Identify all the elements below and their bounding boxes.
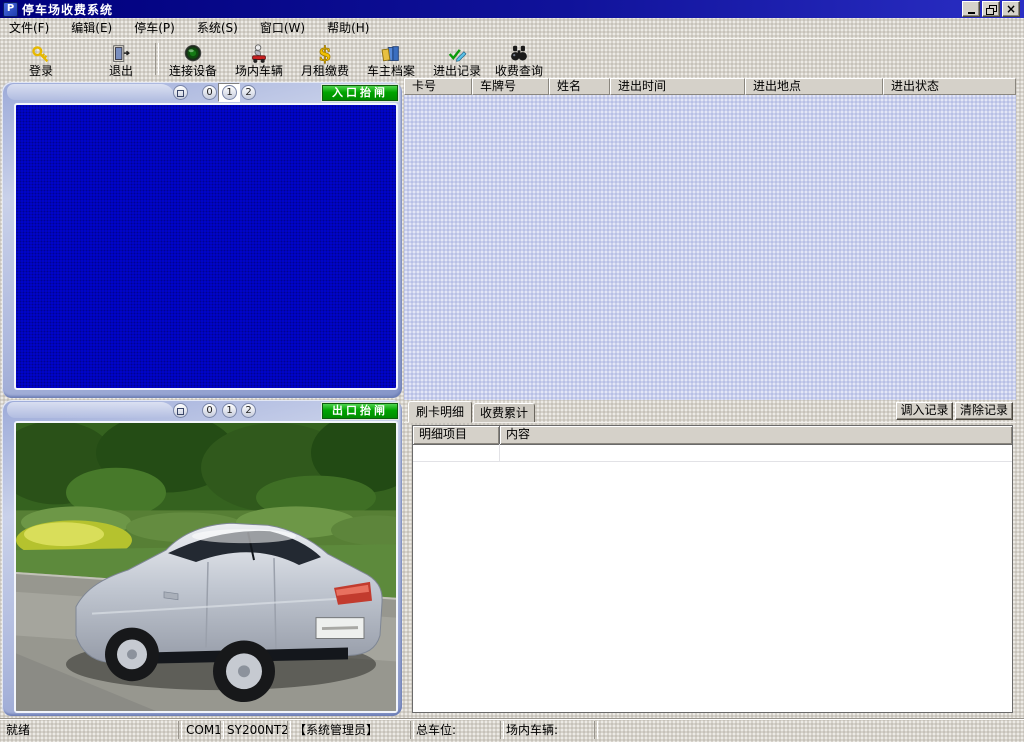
- detail-col-item[interactable]: 明细项目: [413, 426, 500, 444]
- status-separator: [220, 721, 224, 739]
- records-col-name[interactable]: 姓名: [549, 78, 610, 95]
- toolbar-vehicles-in-lot-label: 场内车辆: [235, 65, 283, 78]
- status-separator: [287, 721, 291, 739]
- exit-panel-tab-shape: [7, 402, 175, 418]
- exit-door-icon: [110, 43, 132, 65]
- window-title: 停车场收费系统: [22, 1, 113, 18]
- exit-channel-2-button[interactable]: 2: [241, 403, 256, 418]
- status-operator: 【系统管理员】: [294, 722, 378, 738]
- key-icon: [30, 43, 52, 65]
- entrance-camera-view: [14, 103, 398, 390]
- status-device-model: SY200NT2: [227, 722, 289, 738]
- entrance-gate-open-button[interactable]: 入口抬闸: [322, 85, 398, 101]
- exit-channel-1-button[interactable]: 1: [222, 403, 237, 418]
- close-button[interactable]: ×: [1002, 1, 1020, 17]
- records-col-place[interactable]: 进出地点: [745, 78, 883, 95]
- toolbar-exit-button[interactable]: 退出: [92, 41, 150, 79]
- svg-text:$: $: [318, 43, 331, 65]
- square-icon: [177, 90, 184, 97]
- status-ready: 就绪: [6, 722, 30, 738]
- status-com-port: COM1: [186, 722, 222, 738]
- detail-col-content[interactable]: 内容: [500, 426, 1012, 444]
- clear-records-button[interactable]: 清除记录: [955, 402, 1013, 420]
- records-col-status[interactable]: 进出状态: [883, 78, 1016, 95]
- title-bar: P 停车场收费系统 ×: [0, 0, 1024, 18]
- detail-table[interactable]: 明细项目 内容: [412, 425, 1013, 713]
- app-window: P 停车场收费系统 × 文件(F) 编辑(E) 停车(P) 系统(S) 窗口(W…: [0, 0, 1024, 742]
- toolbar-entry-exit-records-button[interactable]: 进出记录: [428, 41, 486, 79]
- close-icon: ×: [1006, 4, 1016, 14]
- toolbar-connect-device-button[interactable]: 连接设备: [164, 41, 222, 79]
- owner-files-icon: [380, 43, 402, 65]
- status-separator: [500, 721, 504, 739]
- menu-window[interactable]: 窗口(W): [251, 19, 314, 37]
- records-table-body[interactable]: [404, 95, 1016, 400]
- records-col-time[interactable]: 进出时间: [610, 78, 745, 95]
- minimize-icon: [968, 12, 975, 14]
- toolbar-login-button[interactable]: 登录: [12, 41, 70, 79]
- status-in-lot-label: 场内车辆:: [506, 722, 558, 738]
- entrance-camera-panel: 0 1 2 入口抬闸: [2, 82, 402, 398]
- records-col-card-no[interactable]: 卡号: [404, 78, 472, 95]
- toolbar-vehicles-in-lot-button[interactable]: 场内车辆: [230, 41, 288, 79]
- toolbar-owner-files-button[interactable]: 车主档案: [362, 41, 420, 79]
- detail-table-empty-row: [413, 444, 1012, 462]
- entrance-channel-1-button[interactable]: 1: [222, 85, 237, 100]
- load-records-button[interactable]: 调入记录: [896, 402, 953, 420]
- toolbar-login-label: 登录: [29, 65, 53, 78]
- entry-exit-records-icon: [446, 43, 468, 65]
- entrance-channel-off-button[interactable]: [173, 85, 188, 100]
- status-separator: [594, 721, 598, 739]
- detail-panel: 刷卡明细 收费累计 调入记录 清除记录 明细项目 内容: [404, 400, 1016, 716]
- entrance-panel-tab-shape: [7, 84, 175, 100]
- connect-device-icon: [182, 43, 204, 65]
- entrance-channel-2-button[interactable]: 2: [241, 85, 256, 100]
- menu-edit[interactable]: 编辑(E): [62, 19, 121, 37]
- status-bar: 就绪 COM1 SY200NT2 【系统管理员】 总车位: 场内车辆:: [0, 718, 1024, 742]
- menu-system[interactable]: 系统(S): [188, 19, 247, 37]
- app-icon: P: [3, 2, 18, 17]
- toolbar-monthly-fee-button[interactable]: $ 月租缴费: [296, 41, 354, 79]
- tab-fee-total[interactable]: 收费累计: [473, 403, 535, 423]
- app-icon-letter: P: [7, 4, 14, 14]
- exit-gate-open-button[interactable]: 出口抬闸: [322, 403, 398, 419]
- menu-parking[interactable]: 停车(P): [125, 19, 184, 37]
- toolbar: 登录 退出 连接设备: [0, 38, 1024, 79]
- status-total-spaces-label: 总车位:: [416, 722, 456, 738]
- tab-card-detail[interactable]: 刷卡明细: [408, 401, 472, 423]
- fee-query-icon: [508, 43, 530, 65]
- entry-exit-records-table: 卡号 车牌号 姓名 进出时间 进出地点 进出状态: [404, 78, 1016, 400]
- restore-icon: [986, 5, 996, 14]
- restore-button[interactable]: [982, 1, 1000, 17]
- toolbar-separator: [155, 43, 159, 75]
- status-separator: [410, 721, 414, 739]
- menu-help[interactable]: 帮助(H): [318, 19, 378, 37]
- menu-file[interactable]: 文件(F): [0, 19, 58, 37]
- status-separator: [178, 721, 182, 739]
- exit-channel-0-button[interactable]: 0: [202, 403, 217, 418]
- exit-camera-photo: [16, 423, 396, 711]
- window-controls: ×: [962, 1, 1024, 17]
- exit-camera-panel: 0 1 2 出口抬闸: [2, 400, 402, 716]
- minimize-button[interactable]: [962, 1, 980, 17]
- entrance-channel-0-button[interactable]: 0: [202, 85, 217, 100]
- toolbar-fee-query-button[interactable]: 收费查询: [490, 41, 548, 79]
- toolbar-fee-query-label: 收费查询: [495, 65, 543, 78]
- toolbar-entry-exit-records-label: 进出记录: [433, 65, 481, 78]
- menu-bar: 文件(F) 编辑(E) 停车(P) 系统(S) 窗口(W) 帮助(H): [0, 18, 1024, 38]
- toolbar-exit-label: 退出: [109, 65, 133, 78]
- exit-camera-view: [14, 421, 398, 713]
- detail-table-header: 明细项目 内容: [413, 426, 1012, 445]
- monthly-fee-icon: $: [314, 43, 336, 65]
- square-icon: [177, 408, 184, 415]
- exit-channel-off-button[interactable]: [173, 403, 188, 418]
- records-col-plate-no[interactable]: 车牌号: [472, 78, 549, 95]
- toolbar-connect-device-label: 连接设备: [169, 65, 217, 78]
- toolbar-monthly-fee-label: 月租缴费: [301, 65, 349, 78]
- detail-row-column-divider: [499, 444, 500, 461]
- toolbar-owner-files-label: 车主档案: [367, 65, 415, 78]
- vehicles-in-lot-icon: [248, 43, 270, 65]
- tab-strip-divider: [404, 422, 1016, 423]
